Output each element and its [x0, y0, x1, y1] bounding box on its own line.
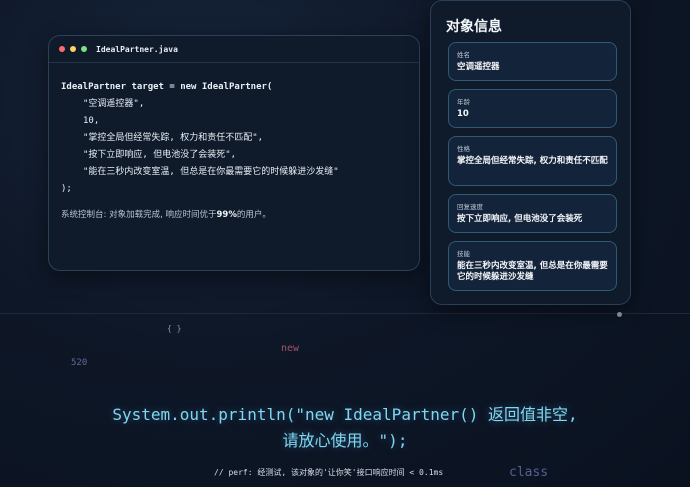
- code-line: "按下立即响应, 但电池没了会装死",: [83, 150, 237, 160]
- field-label: 年龄: [457, 98, 470, 106]
- minimize-dot-icon[interactable]: [70, 46, 76, 52]
- panel-title: 对象信息: [446, 19, 502, 35]
- field-name: 姓名 空调遥控器: [448, 42, 617, 81]
- object-info-panel: 对象信息 姓名 空调遥控器 年龄 10 性格 掌控全局但经常失踪, 权力和责任不…: [430, 0, 631, 305]
- close-dot-icon[interactable]: [59, 46, 65, 52]
- scroll-handle[interactable]: [617, 312, 622, 317]
- maximize-dot-icon[interactable]: [81, 46, 87, 52]
- field-label: 回复速度: [457, 203, 483, 211]
- field-value: 10: [457, 109, 469, 119]
- field-value: 空调遥控器: [457, 62, 500, 72]
- floating-class-keyword: class: [509, 465, 549, 480]
- console-output: 系统控制台: 对象加载完成, 响应时间优于99%的用户。: [49, 198, 419, 220]
- code-line: "掌控全局但经常失踪, 权力和责任不匹配",: [83, 133, 264, 143]
- field-value: 按下立即响应, 但电池没了会装死: [457, 214, 583, 224]
- console-prefix: 系统控制台: 对象加载完成, 响应时间优于: [61, 210, 217, 220]
- field-label: 技能: [457, 250, 470, 258]
- code-line: );: [61, 184, 72, 194]
- field-reply-speed: 回复速度 按下立即响应, 但电池没了会装死: [448, 194, 617, 233]
- field-value: 能在三秒内改变室温, 但总是在你最需要它的时候躲进沙发缝: [457, 261, 608, 282]
- field-value: 掌控全局但经常失踪, 权力和责任不匹配: [457, 156, 608, 166]
- code-line: "空调遥控器",: [83, 99, 145, 109]
- console-highlight: 99%: [216, 210, 237, 220]
- code-block: IdealPartner target = new IdealPartner( …: [49, 63, 419, 198]
- field-label: 性格: [457, 145, 470, 153]
- filename: IdealPartner.java: [96, 44, 178, 54]
- println-statement: System.out.println("new IdealPartner() 返…: [112, 405, 578, 450]
- code-window-titlebar: IdealPartner.java: [49, 36, 419, 63]
- field-age: 年龄 10: [448, 89, 617, 128]
- console-suffix: 的用户。: [236, 210, 271, 220]
- floating-new-keyword: new: [281, 343, 300, 354]
- code-line: "能在三秒内改变室温, 但总是在你最需要它的时候躲进沙发缝": [83, 167, 339, 177]
- field-label: 姓名: [457, 51, 470, 59]
- code-window: IdealPartner.java IdealPartner target = …: [48, 35, 420, 271]
- field-personality: 性格 掌控全局但经常失踪, 权力和责任不匹配: [448, 136, 617, 186]
- code-line: 10,: [83, 116, 100, 126]
- divider-line: [0, 313, 690, 314]
- floating-number: 520: [71, 358, 88, 368]
- field-skill: 技能 能在三秒内改变室温, 但总是在你最需要它的时候躲进沙发缝: [448, 241, 617, 291]
- code-line: IdealPartner target = new IdealPartner(: [61, 82, 273, 92]
- floating-braces: { }: [167, 324, 182, 333]
- perf-comment: // perf: 经测试, 该对象的'让你笑'接口响应时间 < 0.1ms: [214, 468, 444, 477]
